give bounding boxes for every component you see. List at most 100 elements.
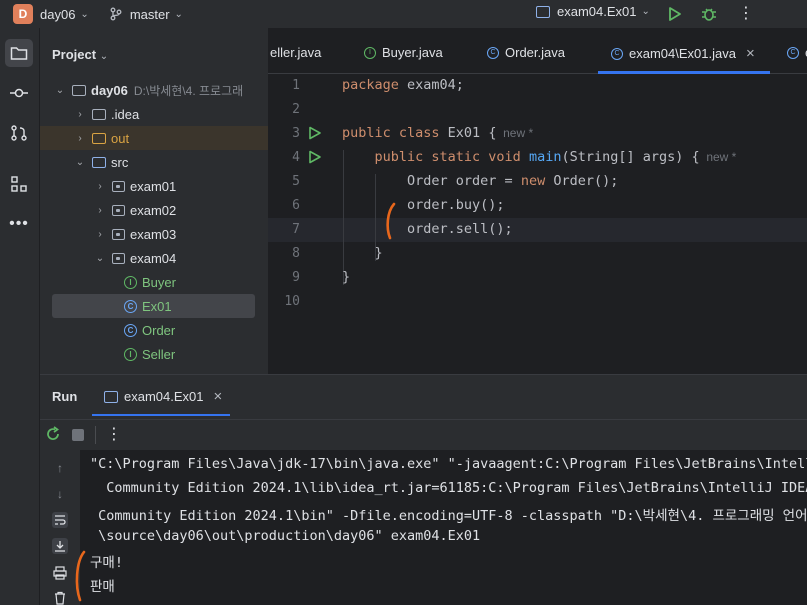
chevron-right-icon[interactable]: › xyxy=(94,181,106,192)
branch-name[interactable]: master xyxy=(130,7,170,22)
console-line: \source\day06\out\production\day06" exam… xyxy=(90,528,481,544)
tree-item-label: exam04 xyxy=(130,250,177,266)
class-icon: C xyxy=(787,46,799,59)
tab-buyer[interactable]: I Buyer.java xyxy=(364,45,443,60)
tab-next[interactable]: C e xyxy=(787,45,807,60)
rerun-icon[interactable] xyxy=(45,426,61,445)
arrow-up-icon[interactable]: ↑ xyxy=(52,460,68,476)
toolbar-divider xyxy=(95,426,96,444)
package-icon xyxy=(112,204,125,216)
pull-request-icon[interactable] xyxy=(5,119,33,147)
code-line[interactable]: Order order = new Order(); xyxy=(342,173,618,189)
tree-item-label: out xyxy=(111,130,130,146)
tree-item-label: Order xyxy=(142,322,176,338)
chevron-right-icon[interactable]: › xyxy=(94,229,106,240)
code-token: Order(); xyxy=(545,173,619,189)
code-token: new xyxy=(520,173,546,189)
console-line: 판매 xyxy=(90,579,115,595)
project-name[interactable]: day06 xyxy=(40,7,75,22)
tree-item-day06[interactable]: ⌄ day06 D:\박세현\4. 프로그래 xyxy=(40,78,268,102)
package-icon xyxy=(112,180,125,192)
editor-tabs: eller.java I Buyer.java C Order.java C e… xyxy=(268,28,807,74)
soft-wrap-icon[interactable] xyxy=(52,512,68,528)
code-token: Order order = xyxy=(342,173,521,189)
tree-item-exam02[interactable]: › exam02 xyxy=(40,198,268,222)
more-horizontal-icon[interactable]: ••• xyxy=(5,210,33,238)
code-token: (String[] args) { xyxy=(561,149,700,165)
branch-icon[interactable] xyxy=(109,7,123,21)
tree-item-src[interactable]: ⌄ src xyxy=(40,150,268,174)
class-icon: C xyxy=(124,323,137,337)
code-line[interactable]: order.buy(); xyxy=(342,197,505,213)
run-panel-title[interactable]: Run xyxy=(52,389,77,404)
tree-item-exam04[interactable]: ⌄ exam04 xyxy=(40,246,268,270)
structure-icon[interactable] xyxy=(5,170,33,198)
tab-seller[interactable]: eller.java xyxy=(270,45,321,60)
chevron-right-icon[interactable]: › xyxy=(74,109,86,120)
code-line[interactable]: } xyxy=(342,245,383,261)
code-token: order.sell(); xyxy=(342,221,513,237)
tab-ex01[interactable]: C exam04\Ex01.java × xyxy=(611,45,755,62)
chevron-down-icon[interactable]: ⌄ xyxy=(74,157,86,168)
run-gutter-icon[interactable] xyxy=(308,126,322,143)
trash-icon[interactable] xyxy=(52,590,68,605)
code-line[interactable]: package exam04; xyxy=(342,77,464,93)
console-line: 구매! xyxy=(90,555,123,571)
tree-item-exam03[interactable]: › exam03 xyxy=(40,222,268,246)
tree-item-label: Ex01 xyxy=(142,298,172,314)
title-bar: D day06 ⌄ master ⌄ exam04.Ex01 ⌄ ⋮ xyxy=(0,0,807,28)
arrow-down-icon[interactable]: ↓ xyxy=(52,486,68,502)
tree-item-label: exam01 xyxy=(130,178,177,194)
close-icon[interactable]: × xyxy=(746,45,755,62)
annotation-mark xyxy=(386,202,396,240)
tab-label: eller.java xyxy=(270,45,322,60)
chevron-down-icon[interactable]: ⌄ xyxy=(80,9,88,20)
tree-item-exam01[interactable]: › exam01 xyxy=(40,174,268,198)
chevron-down-icon[interactable]: ⌄ xyxy=(54,85,66,96)
code-token: order.buy(); xyxy=(342,197,505,213)
code-line[interactable]: } xyxy=(342,269,350,285)
scroll-to-end-icon[interactable] xyxy=(52,538,68,554)
tree-item-idea[interactable]: › .idea xyxy=(40,102,268,126)
more-vertical-icon[interactable]: ⋮ xyxy=(738,3,754,23)
chevron-right-icon[interactable]: › xyxy=(74,133,86,144)
tree-item-ex01[interactable]: C Ex01 xyxy=(52,294,255,318)
code-token: } xyxy=(342,245,383,261)
chevron-down-icon[interactable]: ⌄ xyxy=(94,253,106,264)
print-icon[interactable] xyxy=(52,565,68,581)
project-panel-title[interactable]: Project ⌄ xyxy=(52,47,108,62)
code-line[interactable]: public static void main(String[] args) {… xyxy=(342,149,737,165)
project-badge[interactable]: D xyxy=(13,4,33,24)
tree-item-out[interactable]: › out xyxy=(40,126,268,150)
chevron-right-icon[interactable]: › xyxy=(94,205,106,216)
package-icon xyxy=(112,252,125,264)
commit-icon[interactable] xyxy=(5,79,33,107)
inlay-hint[interactable]: new * xyxy=(700,150,736,164)
tree-item-label: exam03 xyxy=(130,226,177,242)
line-number: 3 xyxy=(292,126,300,141)
tree-item-order[interactable]: C Order xyxy=(40,318,268,342)
code-token: main xyxy=(528,149,562,165)
run-gutter-icon[interactable] xyxy=(308,150,322,167)
tree-item-label: Buyer xyxy=(142,274,176,290)
class-icon: C xyxy=(487,46,499,59)
project-folder-icon[interactable] xyxy=(5,39,33,67)
debug-icon[interactable] xyxy=(700,5,718,26)
run-tab[interactable]: exam04.Ex01 × xyxy=(104,388,222,405)
console-line: Community Edition 2024.1\bin" -Dfile.enc… xyxy=(90,508,807,524)
tree-item-label: exam02 xyxy=(130,202,177,218)
code-line[interactable]: order.sell(); xyxy=(342,221,513,237)
run-config-selector[interactable]: exam04.Ex01 ⌄ xyxy=(536,4,650,19)
tree-item-buyer[interactable]: I Buyer xyxy=(40,270,268,294)
interface-icon: I xyxy=(364,46,376,59)
more-vertical-icon[interactable]: ⋮ xyxy=(106,424,122,444)
chevron-down-icon[interactable]: ⌄ xyxy=(175,9,183,20)
close-icon[interactable]: × xyxy=(214,388,223,405)
code-line[interactable]: public class Ex01 { new * xyxy=(342,125,533,141)
run-icon[interactable] xyxy=(668,6,682,25)
tree-item-seller[interactable]: I Seller xyxy=(40,342,268,366)
tab-order[interactable]: C Order.java xyxy=(487,45,565,60)
stop-icon[interactable] xyxy=(72,429,84,441)
inlay-hint[interactable]: new * xyxy=(496,126,533,140)
